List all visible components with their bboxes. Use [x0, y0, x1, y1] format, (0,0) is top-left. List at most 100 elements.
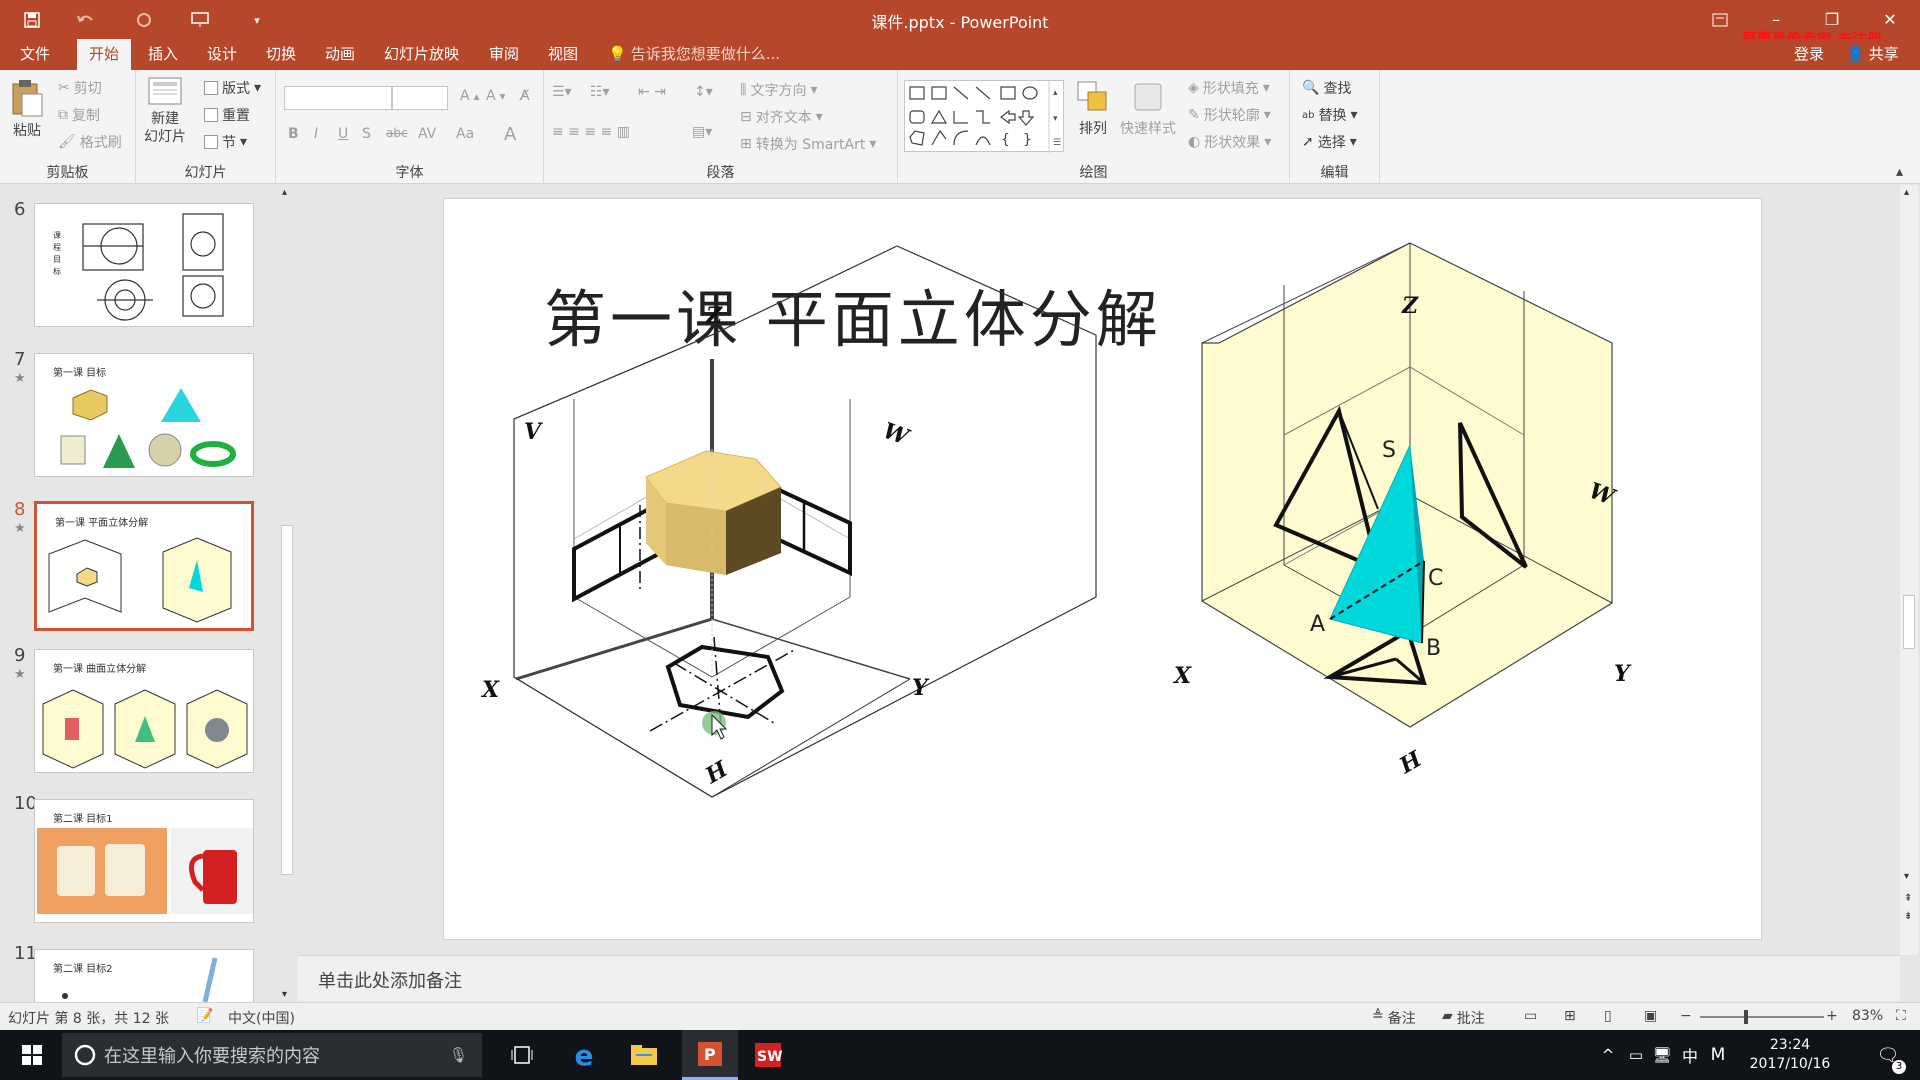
find-button[interactable]: 🔍 查找 [1302, 78, 1351, 98]
network-icon[interactable]: 🖥 [1650, 1030, 1674, 1080]
share-button[interactable]: 👤 共享 [1834, 39, 1911, 70]
underline-button[interactable]: U [338, 126, 348, 142]
ime-mode-indicator[interactable]: M [1704, 1030, 1732, 1080]
tab-transitions[interactable]: 切换 [254, 39, 308, 70]
spell-check-icon[interactable]: 📝 [196, 1008, 213, 1024]
comments-toggle[interactable]: ▰ 批注 [1442, 1008, 1485, 1028]
zoom-level[interactable]: 83% [1852, 1008, 1883, 1024]
prev-slide-icon[interactable]: ⇞ [1904, 893, 1912, 904]
signin-link[interactable]: 登录 [1782, 39, 1836, 70]
replace-button[interactable]: ab 替换 ▾ [1302, 105, 1358, 125]
tab-view[interactable]: 视图 [536, 39, 590, 70]
ime-indicator[interactable]: 中 [1678, 1030, 1702, 1080]
shape-outline-button[interactable]: ✎ 形状轮廓 ▾ [1188, 105, 1271, 125]
powerpoint-app-icon[interactable]: P [682, 1030, 738, 1080]
indent-buttons[interactable]: ⇤ ⇥ [638, 84, 666, 100]
tab-file[interactable]: 文件 [8, 39, 62, 70]
quick-styles-button[interactable]: 快速样式 [1120, 80, 1176, 138]
zoom-slider[interactable] [1700, 1010, 1824, 1024]
numbering-button[interactable]: ☷▾ [590, 84, 610, 100]
current-slide[interactable]: 第一课 平面立体分解 Z X Y V W H S A B C Z X Y W H [443, 198, 1762, 940]
notes-placeholder[interactable]: 单击此处添加备注 [318, 967, 462, 993]
thumbnail-scroll-thumb[interactable] [281, 525, 293, 875]
slide-thumbnail-9[interactable]: 第一课 曲面立体分解 [34, 649, 254, 773]
battery-icon[interactable]: ▭ [1624, 1030, 1648, 1080]
italic-button[interactable]: I [314, 126, 318, 142]
tab-slideshow[interactable]: 幻灯片放映 [372, 39, 471, 70]
align-text-button[interactable]: ⊟ 对齐文本 ▾ [740, 107, 823, 127]
ribbon-display-icon[interactable] [1692, 0, 1748, 39]
thumbnail-scrollbar[interactable]: ▴ ▾ [278, 185, 296, 1002]
solidworks-app-icon[interactable]: SW [744, 1030, 792, 1080]
zoom-in-icon[interactable]: + [1826, 1008, 1838, 1024]
text-direction-button[interactable]: ⫼ 文字方向 ▾ [740, 80, 817, 100]
slide-thumbnail-10[interactable]: 第二课 目标1 [34, 799, 254, 923]
collapse-ribbon-icon[interactable]: ▴ [1896, 164, 1903, 180]
bullets-button[interactable]: ☰▾ [552, 84, 572, 100]
start-button[interactable] [10, 1030, 54, 1080]
clear-format-button[interactable]: A̸ [520, 88, 530, 104]
reading-view-icon[interactable]: ▯ [1604, 1008, 1612, 1024]
zoom-out-icon[interactable]: − [1680, 1008, 1692, 1024]
char-spacing-button[interactable]: AV [418, 126, 436, 142]
grow-font-button[interactable]: A ▴ [460, 88, 479, 104]
font-color-button[interactable]: A [504, 124, 516, 145]
show-hidden-icons[interactable]: ^ [1596, 1030, 1620, 1080]
notes-pane[interactable]: 单击此处添加备注 [298, 955, 1900, 1001]
copy-button[interactable]: ⧉ 复制 [58, 105, 100, 125]
strikethrough-button[interactable]: abc [386, 126, 408, 140]
select-button[interactable]: ➚ 选择 ▾ [1302, 132, 1357, 152]
taskbar-search[interactable]: 在这里输入你要搜索的内容 🎙 [62, 1033, 482, 1077]
slide-sorter-icon[interactable]: ⊞ [1564, 1008, 1576, 1024]
slide-thumbnail-7[interactable]: 第一课 目标 [34, 353, 254, 477]
shapes-gallery[interactable]: {} ▴ ▾ ☰ [904, 80, 1064, 153]
file-explorer-icon[interactable] [620, 1030, 668, 1080]
edge-app-icon[interactable]: e [560, 1030, 608, 1080]
paste-button[interactable]: 粘贴 [10, 78, 44, 140]
shrink-font-button[interactable]: A ▾ [486, 88, 505, 104]
next-slide-icon[interactable]: ⇟ [1904, 911, 1912, 922]
notes-toggle[interactable]: ≜ 备注 [1372, 1008, 1416, 1028]
reset-button[interactable]: 重置 [204, 105, 250, 125]
clock[interactable]: 23:24 2017/10/16 [1740, 1030, 1840, 1080]
tab-animations[interactable]: 动画 [313, 39, 367, 70]
alignment-buttons[interactable]: ≡ ≡ ≡ ≡ ▥ [552, 124, 630, 140]
layout-button[interactable]: 版式 ▾ [204, 78, 261, 98]
change-case-button[interactable]: Aa [456, 126, 474, 142]
slide-vertical-scrollbar[interactable]: ▴ ▾ ⇞ ⇟ [1900, 185, 1918, 955]
tell-me-search[interactable]: 💡 告诉我您想要做什么... [596, 39, 792, 70]
shadow-button[interactable]: S [362, 126, 371, 142]
action-center-button[interactable]: 🗨 3 [1866, 1030, 1910, 1080]
scroll-up-icon[interactable]: ▴ [282, 187, 287, 198]
shape-fill-button[interactable]: ◈ 形状填充 ▾ [1188, 78, 1270, 98]
zoom-slider-thumb[interactable] [1744, 1010, 1748, 1024]
scroll-down-icon[interactable]: ▾ [1904, 871, 1909, 882]
scroll-up-icon[interactable]: ▴ [1904, 187, 1909, 198]
slideshow-icon[interactable]: ▣ [1644, 1008, 1657, 1024]
tab-design[interactable]: 设计 [195, 39, 249, 70]
shape-effects-button[interactable]: ◐ 形状效果 ▾ [1188, 132, 1271, 152]
section-button[interactable]: 节 ▾ [204, 132, 247, 152]
fit-slide-icon[interactable]: ⛶ [1896, 1008, 1906, 1024]
font-name-input[interactable] [284, 86, 392, 110]
font-size-input[interactable] [392, 86, 448, 110]
tab-home[interactable]: 开始 [77, 39, 132, 70]
columns-button[interactable]: ▤▾ [692, 124, 712, 140]
language-indicator[interactable]: 中文(中国) [228, 1008, 295, 1028]
cut-button[interactable]: ✂ 剪切 [58, 78, 102, 98]
tab-review[interactable]: 审阅 [477, 39, 531, 70]
microphone-icon[interactable]: 🎙 [449, 1046, 468, 1064]
task-view-button[interactable] [500, 1030, 544, 1080]
new-slide-button[interactable]: 新建 幻灯片 [144, 76, 186, 146]
slide-scroll-thumb[interactable] [1903, 595, 1915, 649]
slide-thumbnail-8[interactable]: 第一课 平面立体分解 [34, 501, 254, 631]
smartart-button[interactable]: ⊞ 转换为 SmartArt ▾ [740, 134, 876, 154]
normal-view-icon[interactable]: ▭ [1524, 1008, 1537, 1024]
format-painter-button[interactable]: 🖌 格式刷 [58, 132, 122, 152]
arrange-button[interactable]: 排列 [1076, 80, 1110, 138]
line-spacing-button[interactable]: ↕▾ [694, 84, 713, 100]
slide-thumbnail-6[interactable]: 课程目标 [34, 203, 254, 327]
bold-button[interactable]: B [288, 126, 299, 142]
tab-insert[interactable]: 插入 [136, 39, 190, 70]
scroll-down-icon[interactable]: ▾ [282, 989, 287, 1000]
